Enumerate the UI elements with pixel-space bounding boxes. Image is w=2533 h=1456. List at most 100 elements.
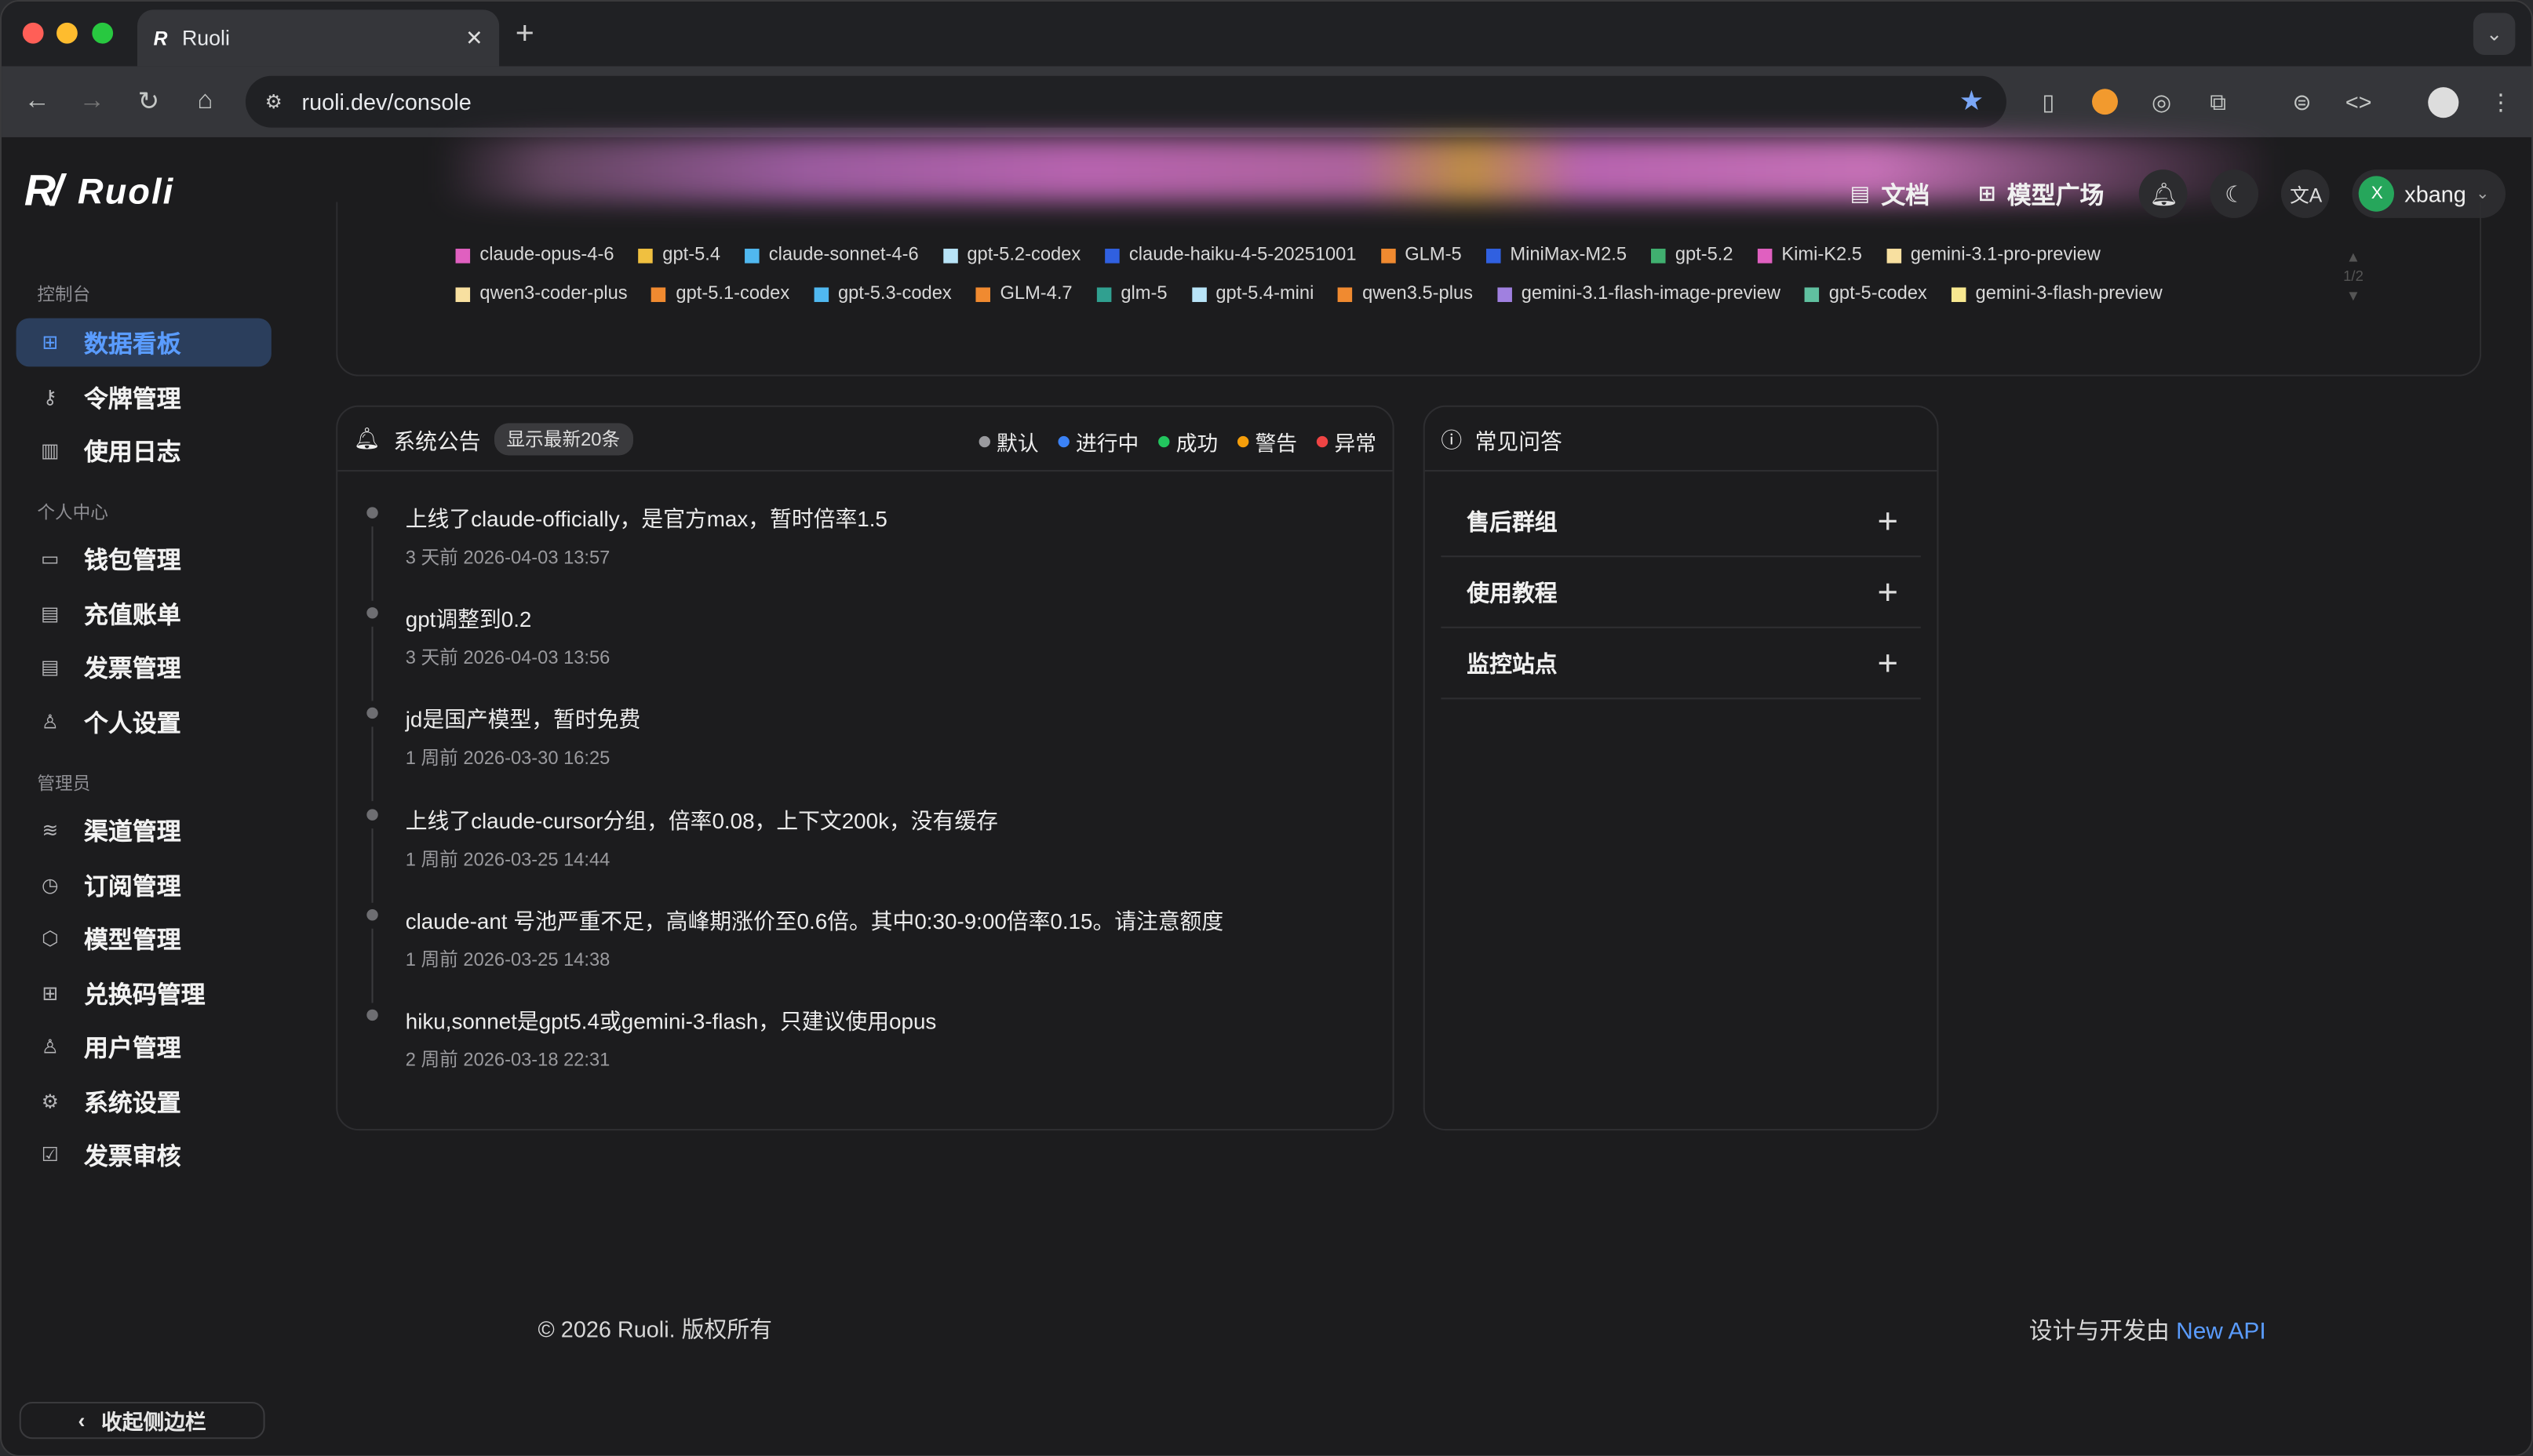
model-legend-item[interactable]: gemini-3-flash-preview — [1951, 284, 2163, 304]
model-legend-item[interactable]: gpt-5.2 — [1650, 245, 1733, 265]
back-icon[interactable]: ← — [18, 82, 56, 121]
site-info-icon[interactable]: ⚙ — [265, 90, 282, 113]
plus-icon[interactable]: + — [1877, 500, 1897, 543]
model-legend-item[interactable]: gpt-5.2-codex — [942, 246, 1081, 265]
collapse-sidebar-button[interactable]: ‹ 收起侧边栏 — [19, 1401, 265, 1440]
bookmarks-icon[interactable]: ▯ — [2031, 84, 2066, 119]
sidebar-item-dashboard[interactable]: ⊞ 数据看板 — [16, 318, 272, 367]
announcement-date: 1 周前 2026-03-25 14:44 — [405, 850, 610, 870]
model-legend-item[interactable]: Kimi-K2.5 — [1757, 246, 1862, 265]
model-legend-item[interactable]: claude-opus-4-6 — [455, 246, 614, 265]
model-legend-item[interactable]: gpt-5-codex — [1804, 284, 1927, 304]
gift-icon: ⊞ — [42, 981, 59, 1005]
sidebar-item-settings[interactable]: ⚙ 系统设置 — [16, 1077, 272, 1126]
extension-incognito-icon[interactable]: ◎ — [2144, 84, 2179, 119]
model-legend-item[interactable]: claude-haiku-4-5-20251001 — [1105, 246, 1357, 265]
announcement-text: gpt调整到0.2 — [405, 607, 532, 632]
maximize-window-button[interactable] — [92, 22, 114, 44]
sidebar-item-invoice-review[interactable]: ☑ 发票审核 — [16, 1130, 272, 1179]
legend-label: gpt-5.3-codex — [837, 284, 952, 304]
section-label-personal: 个人中心 — [37, 504, 108, 524]
legend-label: gpt-5-codex — [1828, 284, 1927, 304]
pager-up-icon[interactable]: ▲ — [2343, 247, 2364, 267]
faq-item[interactable]: 监控站点 + — [1441, 628, 1921, 700]
cube-icon: ⬡ — [42, 926, 59, 950]
model-legend-item[interactable]: gemini-3.1-pro-preview — [1886, 246, 2101, 265]
legend-item: 警告 — [1237, 426, 1297, 457]
model-legend-item[interactable]: gpt-5.4-mini — [1191, 284, 1314, 304]
minimize-window-button[interactable] — [56, 22, 78, 44]
model-legend-item[interactable]: gpt-5.4 — [638, 246, 720, 265]
legend-swatch — [1380, 248, 1395, 263]
model-legend-item[interactable]: gpt-5.3-codex — [814, 284, 952, 304]
browser-tab[interactable]: R Ruoli ✕ — [137, 9, 500, 67]
legend-swatch — [744, 248, 760, 263]
model-legend-item[interactable]: GLM-5 — [1380, 246, 1462, 265]
announcement-date: 3 天前 2026-04-03 13:56 — [405, 649, 610, 669]
logo-mark-icon: R/ — [24, 166, 63, 215]
announcements-header: 🔔︎ 系统公告 显示最新20条 默认 进行中 成功 警告 异常 — [337, 407, 1393, 472]
timeline-line — [371, 828, 374, 902]
model-legend-item[interactable]: claude-sonnet-4-6 — [744, 245, 919, 265]
legend-label: gemini-3.1-pro-preview — [1910, 245, 2101, 265]
tab-strip: R Ruoli ✕ + ⌄ — [2, 2, 2531, 67]
sidebar-item-topup-bills[interactable]: ▤ 充值账单 — [16, 589, 272, 638]
new-tab-icon[interactable]: + — [516, 16, 534, 53]
sidebar-item-wallet[interactable]: ▭ 钱包管理 — [16, 534, 272, 583]
sidebar-item-tokens[interactable]: ⚷ 令牌管理 — [16, 373, 272, 422]
timeline-line — [371, 928, 374, 1003]
sidebar-item-subscriptions[interactable]: ◷ 订阅管理 — [16, 861, 272, 909]
model-legend-item[interactable]: gpt-5.1-codex — [651, 284, 789, 304]
reload-icon[interactable]: ↻ — [129, 82, 168, 121]
sidebar-item-channels[interactable]: ≋ 渠道管理 — [16, 806, 272, 854]
faq-item[interactable]: 售后群组 + — [1441, 486, 1921, 558]
extension-clock-icon[interactable] — [2087, 84, 2123, 119]
sidebar-item-users[interactable]: ♙ 用户管理 — [16, 1022, 272, 1071]
close-window-button[interactable] — [22, 22, 44, 44]
status-dot — [1157, 435, 1170, 448]
sidebar-item-label: 订阅管理 — [84, 872, 181, 901]
pager-down-icon[interactable]: ▼ — [2343, 286, 2364, 305]
address-bar[interactable]: ⚙ ruoli.dev/console ★ — [245, 75, 2006, 128]
legend-label: claude-sonnet-4-6 — [768, 245, 919, 265]
browser-menu-icon[interactable]: ⋮ — [2483, 84, 2518, 119]
chart-icon: ▥ — [41, 439, 60, 462]
faq-item[interactable]: 使用教程 + — [1441, 557, 1921, 628]
legend-pager[interactable]: ▲ 1/2 ▼ — [2343, 247, 2364, 305]
logo[interactable]: R/ Ruoli — [24, 166, 174, 217]
legend-label: 成功 — [1175, 431, 1219, 456]
extensions-puzzle-icon[interactable]: ⧉ — [2200, 84, 2236, 119]
devtools-code-icon[interactable]: <> — [2341, 84, 2376, 119]
model-legend-item[interactable]: gemini-3.1-flash-image-preview — [1496, 284, 1780, 304]
footer-copyright: © 2026 Ruoli. 版权所有 — [538, 1316, 772, 1342]
legend-swatch — [942, 248, 958, 263]
sidebar-item-invoices[interactable]: ▤ 发票管理 — [16, 642, 272, 691]
sidebar-item-label: 充值账单 — [84, 601, 181, 629]
announcement-item: claude-ant 号池严重不足，高峰期涨价至0.6倍。其中0:30-9:00… — [406, 902, 1224, 972]
model-legend-item[interactable]: GLM-4.7 — [975, 284, 1073, 304]
timeline-dot — [366, 708, 378, 719]
new-api-link[interactable]: New API — [2176, 1320, 2265, 1345]
forward-icon[interactable]: → — [73, 82, 111, 121]
status-dot — [1316, 435, 1328, 448]
home-icon[interactable]: ⌂ — [186, 82, 224, 121]
sidebar-item-redeem-codes[interactable]: ⊞ 兑换码管理 — [16, 969, 272, 1017]
close-tab-icon[interactable]: ✕ — [465, 25, 483, 51]
plus-icon[interactable]: + — [1877, 642, 1897, 685]
model-legend-item[interactable]: qwen3-coder-plus — [455, 284, 628, 304]
profile-avatar-icon[interactable] — [2425, 84, 2460, 119]
model-legend-item[interactable]: MiniMax-M2.5 — [1485, 246, 1627, 265]
extension-spy-icon[interactable]: ⊜ — [2284, 84, 2320, 119]
legend-label: gpt-5.2 — [1675, 245, 1733, 265]
model-legend-item[interactable]: glm-5 — [1096, 284, 1168, 304]
model-legend-item[interactable]: qwen3.5-plus — [1338, 284, 1473, 304]
sidebar-item-logs[interactable]: ▥ 使用日志 — [16, 426, 272, 475]
plus-icon[interactable]: + — [1877, 572, 1897, 614]
user-icon: ♙ — [41, 710, 59, 733]
sidebar-item-label: 兑换码管理 — [84, 981, 206, 1009]
legend-swatch — [1757, 248, 1772, 263]
bookmark-star-icon[interactable]: ★ — [1959, 86, 1984, 118]
sidebar-item-profile[interactable]: ♙ 个人设置 — [16, 697, 272, 746]
tab-search-icon[interactable]: ⌄ — [2473, 13, 2516, 55]
sidebar-item-models[interactable]: ⬡ 模型管理 — [16, 914, 272, 963]
